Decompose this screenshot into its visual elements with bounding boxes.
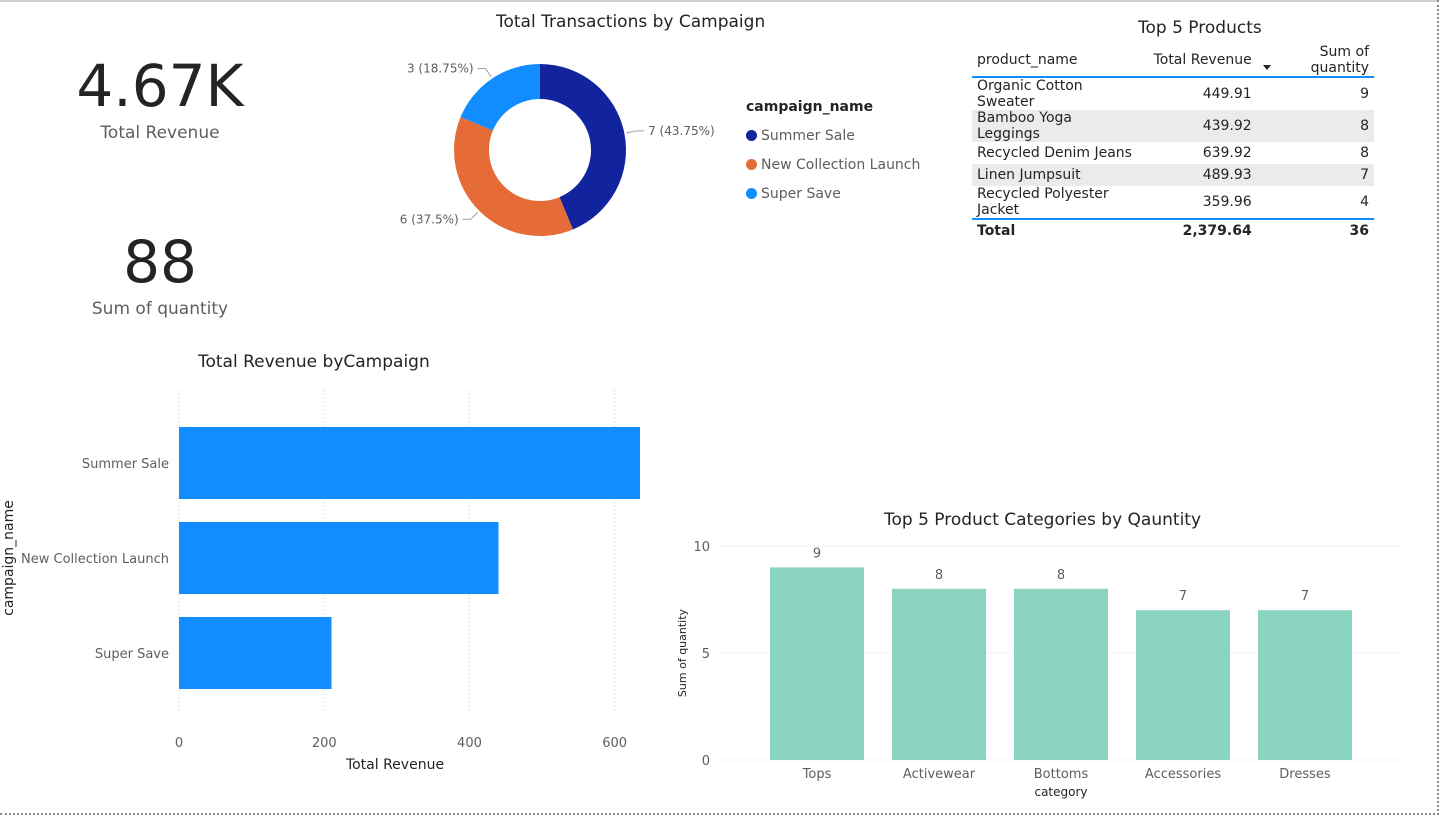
cell-sum-of-quantity: 8 <box>1360 145 1369 161</box>
data-label: 7 <box>1179 589 1187 604</box>
leader-line <box>626 130 645 134</box>
column-header-label: Sum of quantity <box>1310 44 1369 76</box>
x-category-label: Bottoms <box>1034 767 1089 782</box>
x-category-label: Activewear <box>903 767 976 782</box>
cell-product-name: Linen Jumpsuit <box>972 164 1139 186</box>
cell-total-revenue: 359.96 <box>1202 194 1252 210</box>
cell-total-quantity: 36 <box>1256 218 1374 242</box>
cell-sum-of-quantity: 8 <box>1256 110 1374 142</box>
products-table-title: Top 5 Products <box>1138 18 1262 38</box>
bar[interactable] <box>179 427 640 499</box>
donut-chart[interactable]: 7 (43.75%) 6 (37.5%) 3 (18.75%) <box>380 40 720 260</box>
x-axis-title: category <box>1034 785 1087 799</box>
table-total-row: Total 2,379.64 36 <box>972 218 1374 242</box>
legend-label: Summer Sale <box>761 127 855 144</box>
revenue-bar-chart-title: Total Revenue byCampaign <box>198 352 430 372</box>
table-row[interactable]: Recycled Denim Jeans 639.92 8 <box>972 142 1374 164</box>
bar[interactable] <box>179 522 499 594</box>
cell-product-name: Bamboo Yoga Leggings <box>972 110 1139 142</box>
bar[interactable] <box>892 588 986 760</box>
legend-label: New Collection Launch <box>761 156 921 173</box>
cell-total-revenue: 489.93 <box>1138 164 1257 186</box>
column-header-total-revenue[interactable]: Total Revenue <box>1138 44 1257 78</box>
x-category-label: Tops <box>802 767 832 782</box>
data-label: 8 <box>935 568 943 583</box>
leader-line <box>462 211 479 220</box>
kpi-revenue-label: Total Revenue <box>100 123 220 143</box>
table-header-row: product_name Total Revenue Sum of quanti… <box>972 44 1374 78</box>
x-tick-label: 200 <box>312 736 337 751</box>
y-category-label: New Collection Launch <box>21 552 169 567</box>
legend-title: campaign_name <box>746 99 874 115</box>
cell-total-revenue: 2,379.64 <box>1138 218 1257 242</box>
revenue-bar-chart[interactable]: 0 200 400 600 Summer Sale New Collection Laun… <box>0 380 640 780</box>
legend-item-summer-sale[interactable]: Summer Sale <box>746 121 920 150</box>
cell-sum-of-quantity: 4 <box>1360 194 1369 210</box>
bar[interactable] <box>1136 610 1230 760</box>
data-label: 3 (18.75%) <box>407 62 474 76</box>
y-axis-title: campaign_name <box>1 500 17 616</box>
table-row[interactable]: Bamboo Yoga Leggings 439.92 8 <box>972 110 1374 142</box>
data-label: 8 <box>1057 568 1065 583</box>
table-row[interactable]: Organic Cotton Sweater 449.91 9 <box>972 77 1374 110</box>
cell-total-label: Total <box>972 218 1139 242</box>
legend-item-new-collection-launch[interactable]: New Collection Launch <box>746 150 920 179</box>
bar[interactable] <box>1014 588 1108 760</box>
category-bar-chart-title: Top 5 Product Categories by Qauntity <box>884 510 1202 530</box>
x-category-label: Accessories <box>1145 767 1221 782</box>
kpi-quantity-value: 88 <box>123 228 197 296</box>
data-label: 6 (37.5%) <box>400 212 459 226</box>
y-tick-label: 10 <box>693 540 710 555</box>
y-tick-label: 0 <box>702 754 710 769</box>
data-label: 7 (43.75%) <box>648 124 715 138</box>
x-tick-label: 0 <box>175 736 183 751</box>
cell-product-name: Recycled Polyester Jacket <box>977 186 1109 218</box>
table-row[interactable]: Recycled Polyester Jacket 359.96 4 <box>972 186 1374 219</box>
kpi-revenue-value: 4.67K <box>76 52 244 120</box>
bar[interactable] <box>179 617 332 689</box>
sort-descending-icon <box>1262 65 1271 70</box>
x-axis-title: Total Revenue <box>345 757 444 773</box>
cell-product-name: Recycled Denim Jeans <box>977 145 1132 161</box>
y-category-label: Summer Sale <box>82 457 169 472</box>
y-category-label: Super Save <box>95 647 169 662</box>
bar[interactable] <box>770 567 864 760</box>
x-tick-label: 400 <box>457 736 482 751</box>
cell-sum-of-quantity: 7 <box>1256 164 1374 186</box>
kpi-quantity-label: Sum of quantity <box>91 299 229 319</box>
donut-chart-title: Total Transactions by Campaign <box>496 12 766 32</box>
category-bar-chart[interactable]: 0 5 10 9 Tops 8 Activewear 8 Bottoms 7 Accessories… <box>660 530 1420 805</box>
legend-label: Super Save <box>761 185 841 202</box>
cell-total-revenue: 439.92 <box>1138 110 1257 142</box>
x-category-label: Dresses <box>1279 767 1331 782</box>
table-row[interactable]: Linen Jumpsuit 489.93 7 <box>972 164 1374 186</box>
cell-sum-of-quantity: 9 <box>1360 86 1369 102</box>
legend-dot <box>746 130 757 141</box>
x-tick-label: 600 <box>602 736 627 751</box>
column-header-sum-of-quantity[interactable]: Sum of quantity <box>1256 44 1374 78</box>
bar[interactable] <box>1258 610 1352 760</box>
legend-item-super-save[interactable]: Super Save <box>746 179 920 208</box>
data-label: 7 <box>1301 589 1309 604</box>
cell-total-revenue: 449.91 <box>1202 86 1252 102</box>
leader-line <box>477 68 492 78</box>
y-axis-title: Sum of quantity <box>676 608 689 697</box>
legend-dot <box>746 188 757 199</box>
cell-total-revenue: 639.92 <box>1202 145 1252 161</box>
products-table: product_name Total Revenue Sum of quanti… <box>972 44 1374 242</box>
data-label: 9 <box>813 546 821 561</box>
cell-product-name: Organic Cotton Sweater <box>977 78 1083 110</box>
legend-dot <box>746 159 757 170</box>
column-header-product-name[interactable]: product_name <box>972 44 1139 78</box>
y-tick-label: 5 <box>702 647 710 662</box>
donut-legend: campaign_name Summer Sale New Collection… <box>746 99 920 208</box>
